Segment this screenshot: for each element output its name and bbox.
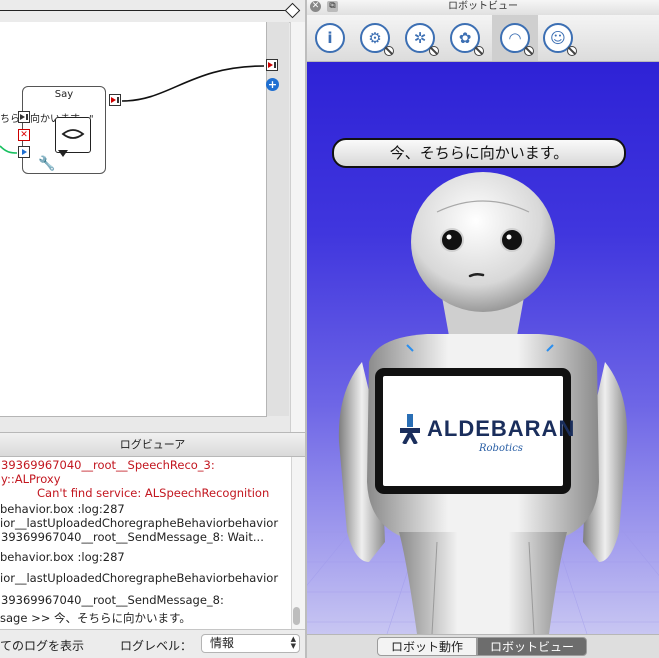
say-box-title: Say (54, 89, 74, 100)
speech-bubble: 今、そちらに向かいます。 (332, 138, 626, 168)
log-level-select[interactable]: 情報 ▲ ▼ (201, 634, 300, 653)
timeline-bar (0, 0, 305, 23)
robot-view-tabbar: ロボット動作 ロボットビュー (307, 634, 659, 658)
show-all-logs-label[interactable]: てのログを表示 (0, 637, 84, 654)
collision-icon[interactable]: ✲ (405, 23, 439, 56)
log-line: 39369967040__root__SendMessage_8: Wait..… (1, 530, 264, 544)
aldebaran-logo-subtext: Robotics (479, 443, 523, 454)
timeline-keyframe-marker[interactable] (284, 2, 301, 19)
log-level-label: ログレベル： (120, 639, 193, 653)
settings-icon[interactable]: ✿ (450, 23, 484, 56)
log-scrollbar[interactable] (291, 457, 305, 629)
close-icon[interactable]: ✕ (310, 1, 321, 12)
undock-icon[interactable]: ⧉ (327, 1, 338, 12)
tablet-screen: ALDEBARAN Robotics (383, 376, 574, 486)
tab-robot-view[interactable]: ロボットビュー (477, 637, 587, 656)
robot-tablet[interactable]: ALDEBARAN Robotics (375, 368, 574, 494)
robot-view-title: ロボットビュー (448, 1, 518, 12)
robot-view-panel: ✕ ⧉ ロボットビュー i ⚙ ✲ ✿ ◠ ☺ 今、そちらに向かいます。 ALD… (307, 0, 659, 658)
aldebaran-logo-icon (400, 414, 420, 444)
flow-canvas[interactable] (0, 22, 267, 417)
joints-icon[interactable]: ⚙ (360, 23, 394, 56)
log-scrollbar-thumb[interactable] (293, 607, 300, 625)
log-level-value: 情報 (210, 636, 235, 650)
log-line: ior__lastUploadedChoregrapheBehaviorbeha… (0, 516, 279, 530)
say-output-port[interactable] (109, 94, 121, 106)
robot-view-toolbar: i ⚙ ✲ ✿ ◠ ☺ (307, 15, 659, 62)
wrench-icon[interactable]: 🔧 (38, 156, 55, 172)
flow-vertical-scrollbar[interactable] (290, 22, 305, 432)
log-line: 39369967040__root__SendMessage_8: (1, 593, 224, 607)
log-list[interactable]: 39369967040__root__SpeechReco_3: y::ALPr… (0, 457, 290, 627)
aldebaran-logo-text: ALDEBARAN (427, 416, 576, 441)
timeline-line (0, 10, 290, 11)
log-viewer-panel: ログビューア 39369967040__root__SpeechReco_3: … (0, 432, 305, 658)
log-line: y::ALProxy (1, 472, 61, 486)
log-line: behavior.box :log:287 (0, 550, 125, 564)
select-arrows-icon: ▲ ▼ (290, 635, 296, 650)
dashboard-icon[interactable]: ◠ (500, 23, 534, 56)
log-line: behavior.box :log:287 (0, 502, 125, 516)
robot-3d-view[interactable]: 今、そちらに向かいます。 ALDEBARAN Robotics (307, 62, 659, 634)
add-output-icon[interactable]: + (266, 78, 279, 91)
behavior-output-port[interactable] (266, 59, 278, 71)
log-footer: てのログを表示 ログレベル： 情報 ▲ ▼ (0, 629, 305, 658)
say-input-port-stop[interactable]: ✕ (18, 129, 30, 141)
flow-diagram-panel: Say ちらに向かいます。" 🔧 ✕ + (0, 0, 305, 432)
log-line: 39369967040__root__SpeechReco_3: (1, 458, 215, 472)
tab-robot-motion[interactable]: ロボット動作 (377, 637, 477, 656)
say-input-port-start[interactable] (18, 111, 30, 123)
log-line: ior__lastUploadedChoregrapheBehaviorbeha… (0, 571, 279, 585)
speech-bubble-icon (55, 117, 91, 153)
log-line: sage >> 今、そちらに向かいます。 (0, 611, 191, 625)
face-icon[interactable]: ☺ (543, 23, 577, 56)
robot-view-titlebar: ✕ ⧉ ロボットビュー (307, 0, 659, 15)
log-viewer-title: ログビューア (0, 432, 305, 457)
info-icon[interactable]: i (315, 23, 345, 53)
say-input-port-string[interactable] (18, 146, 30, 158)
log-line: Can't find service: ALSpeechRecognition (37, 486, 270, 500)
speech-bubble-tail (58, 150, 68, 157)
